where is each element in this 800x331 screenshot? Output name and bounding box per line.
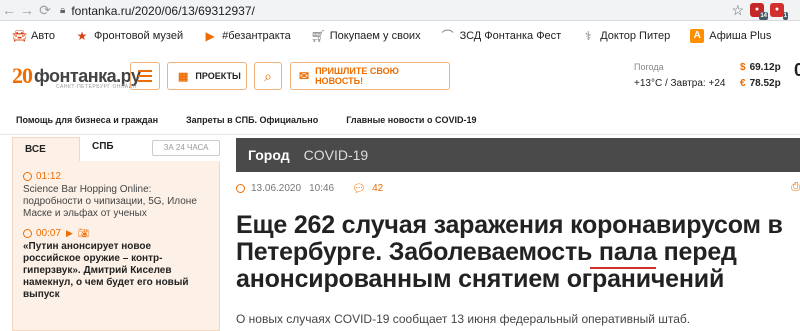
secondary-links: Помощь для бизнеса и граждан Запреты в С… (0, 110, 800, 130)
weather-values: +13°C / Завтра: +24 (634, 78, 726, 89)
link-spb-restrictions[interactable]: Запреты в СПБ. Официально (186, 115, 318, 125)
article-meta: 13.06.2020 10:46 💬︎ 42 ⎙ (236, 180, 800, 196)
link-covid-news[interactable]: Главные новости о COVID-19 (346, 115, 476, 125)
clock-icon (23, 172, 32, 181)
extension-icon[interactable]: ● 1 (770, 3, 788, 20)
feed-headline[interactable]: «Путин анонсирует новое российское оружи… (23, 241, 209, 301)
clipped-value: 0 (794, 60, 800, 80)
car-icon: 🚘︎ (12, 29, 28, 43)
doctor-icon: ⚕ (584, 29, 592, 43)
afisha-icon: A (690, 29, 705, 43)
logo-number: 20 (12, 63, 33, 88)
print-icon[interactable]: ⎙ (791, 181, 800, 194)
send-news-button[interactable]: ✉ ПРИШЛИТЕ СВОЮ НОВОСТЬ! (290, 62, 450, 90)
search-button[interactable]: ⌕ (254, 62, 282, 90)
bookmark-star-icon[interactable]: ☆ (731, 0, 744, 21)
feed-time: 01:12 (36, 171, 62, 182)
projects-label: ПРОЕКТЫ (195, 71, 241, 81)
topnav-label: Доктор Питер (600, 30, 671, 42)
send-news-label: ПРИШЛИТЕ СВОЮ НОВОСТЬ! (315, 66, 399, 86)
rate-eur: €78.52р (740, 76, 781, 92)
browser-toolbar: ← → ⟳ 🔒︎ fontanka.ru/2020/06/13/69312937… (0, 0, 800, 21)
rate-value: 69.12р (749, 62, 781, 73)
hamburger-icon (138, 75, 152, 77)
logo-subtitle: САНКТ-ПЕТЕРБУРГ ОНЛАЙН (56, 84, 137, 90)
address-bar[interactable]: 🔒︎ fontanka.ru/2020/06/13/69312937/ (52, 1, 758, 20)
topnav-label: #безантракта (222, 30, 291, 42)
bridge-icon: ⌒ (441, 29, 454, 43)
hamburger-icon (138, 70, 152, 72)
hamburger-icon (138, 80, 152, 82)
clock-icon (236, 183, 245, 193)
currency-rates: $69.12р €78.52р (740, 60, 781, 92)
feed-time: 00:07 (36, 228, 62, 239)
video-icon: ▶ (66, 228, 73, 238)
topnav-label: Фронтовой музей (93, 30, 184, 42)
article-lead: О новых случаях COVID-19 сообщает 13 июн… (236, 312, 691, 326)
lock-icon: 🔒︎ (60, 5, 66, 16)
topnav-item-auto[interactable]: 🚘︎ Авто (12, 29, 55, 43)
weather-label: Погода (634, 62, 664, 72)
article-title: Еще 262 случая заражения коронавирусом в… (236, 211, 783, 293)
tab-all[interactable]: ВСЕ (12, 137, 80, 161)
topnav-item-museum[interactable]: ★ Фронтовой музей (75, 29, 184, 43)
play-icon: ▶ (205, 29, 215, 43)
feed-list: 01:12 Science Bar Hopping Online: подроб… (12, 161, 220, 331)
topnav-item-zsd-fest[interactable]: ⌒ ЗСД Фонтанка Фест (441, 29, 562, 43)
clock-icon (23, 229, 32, 238)
topnav-label: Авто (31, 30, 55, 42)
news-feed-sidebar: ВСЕ СПБ ЗА 24 ЧАСА 01:12 Science Bar Hop… (12, 137, 220, 331)
menu-button[interactable] (130, 62, 160, 90)
grid-icon: ▦ (178, 70, 189, 83)
feed-headline[interactable]: Science Bar Hopping Online: подробности … (23, 184, 209, 220)
topnav-item-bezantrakta[interactable]: ▶ #безантракта (203, 29, 291, 43)
star-icon: ★ (76, 29, 88, 43)
article-time: 10:46 (309, 182, 335, 194)
projects-button[interactable]: ▦ ПРОЕКТЫ (167, 62, 247, 90)
back-arrow-icon[interactable]: ← (0, 0, 18, 21)
camera-icon: 📷︎ (77, 228, 90, 238)
basket-icon: 🛒︎ (310, 29, 326, 43)
topnav-label: Покупаем у своих (329, 30, 421, 42)
feed-meta: 00:07 ▶ 📷︎ (23, 228, 209, 239)
rate-value: 78.52р (749, 78, 781, 89)
extension-badge: 14 (759, 12, 768, 20)
topnav-item-afisha[interactable]: A Афиша Plus (690, 29, 771, 43)
section-link[interactable]: Город (248, 147, 290, 163)
extension-icon[interactable]: ● 14 (750, 3, 768, 20)
tab-24-hours[interactable]: ЗА 24 ЧАСА (152, 140, 220, 156)
topnav-label: ЗСД Фонтанка Фест (459, 30, 562, 42)
top-nav: 🚘︎ Авто ★ Фронтовой музей ▶ #безантракта 🛒︎… (0, 24, 800, 48)
search-icon: ⌕ (264, 68, 272, 84)
topnav-label: Афиша Plus (709, 30, 772, 42)
list-item[interactable]: 00:07 ▶ 📷︎ «Путин анонсирует новое росси… (23, 228, 209, 301)
extension-badge: 1 (782, 12, 788, 20)
list-item[interactable]: 01:12 Science Bar Hopping Online: подроб… (23, 171, 209, 220)
divider (0, 134, 800, 135)
article-date: 13.06.2020 (251, 182, 302, 194)
topnav-item-doctor-piter[interactable]: ⚕ Доктор Питер (581, 29, 670, 43)
euro-icon: € (740, 78, 746, 89)
link-business-help[interactable]: Помощь для бизнеса и граждан (16, 115, 158, 125)
site-logo[interactable]: 20 фонтанка.ру САНКТ-ПЕТЕРБУРГ ОНЛАЙН (12, 60, 141, 92)
feed-meta: 01:12 (23, 171, 209, 182)
url-text[interactable]: fontanka.ru/2020/06/13/69312937/ (71, 4, 255, 18)
dollar-icon: $ (740, 62, 746, 73)
comment-count[interactable]: 42 (372, 183, 383, 194)
site-header: 20 фонтанка.ру САНКТ-ПЕТЕРБУРГ ОНЛАЙН ▦ … (0, 54, 800, 98)
article-section-bar: Город COVID-19 (236, 138, 800, 172)
text-underline-mark (590, 267, 656, 269)
envelope-icon: ✉ (299, 69, 310, 83)
comment-icon[interactable]: 💬︎ (352, 182, 366, 195)
weather-widget[interactable]: Погода +13°C / Завтра: +24 (634, 62, 725, 89)
rate-usd: $69.12р (740, 60, 781, 76)
forward-arrow-icon[interactable]: → (18, 0, 36, 21)
tab-spb[interactable]: СПБ (92, 141, 114, 152)
topnav-item-buy-local[interactable]: 🛒︎ Покупаем у своих (311, 29, 421, 43)
tag-link[interactable]: COVID-19 (304, 147, 369, 163)
feed-tabs: ВСЕ СПБ ЗА 24 ЧАСА (12, 137, 220, 161)
